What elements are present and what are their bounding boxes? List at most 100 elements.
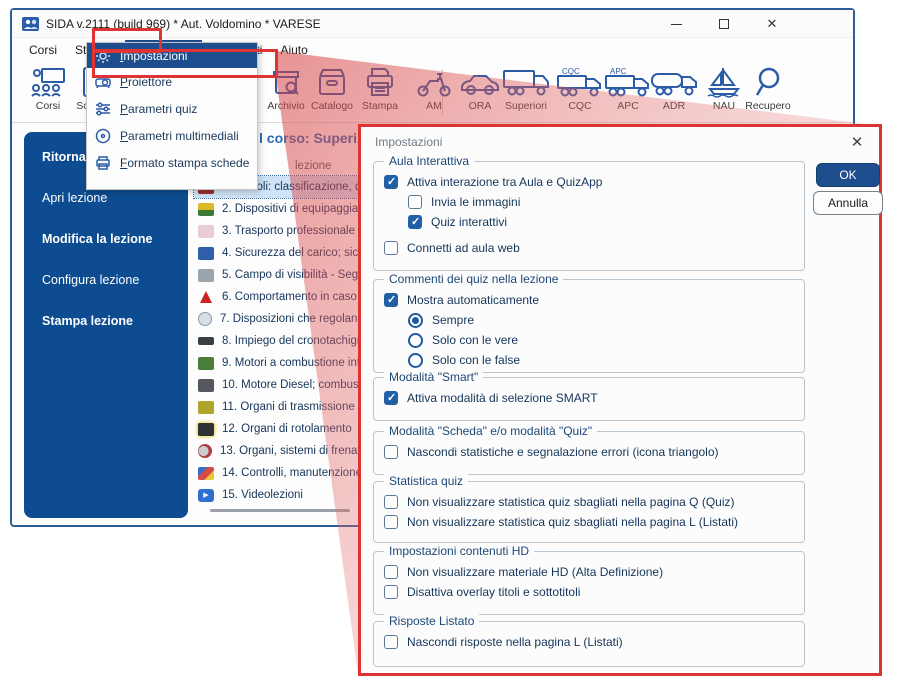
group-aula-interattiva: Aula Interattiva Attiva interazione tra … <box>373 161 805 271</box>
group-contenuti-hd: Impostazioni contenuti HD Non visualizza… <box>373 551 805 615</box>
option-row: Disattiva overlay titoli e sottotitoli <box>384 582 804 602</box>
dialog-title: Impostazioni <box>375 135 442 149</box>
checkbox[interactable] <box>384 565 398 579</box>
option-row: Non visualizzare materiale HD (Alta Defi… <box>384 562 804 582</box>
radio-button[interactable] <box>408 333 423 348</box>
truck-icon <box>500 66 552 98</box>
option-row: Attiva interazione tra Aula e QuizApp <box>384 172 804 192</box>
toolbar-corsi[interactable]: Corsi <box>24 66 72 120</box>
magnifier-icon <box>746 66 790 98</box>
archive-search-icon <box>266 66 306 98</box>
option-row: Quiz interattivi <box>408 212 804 232</box>
group-statistica-quiz: Statistica quiz Non visualizzare statist… <box>373 481 805 543</box>
lesson-row[interactable]: 9. Motori a combustione int <box>194 352 364 374</box>
toolbar-ora[interactable]: ORA <box>456 66 504 120</box>
lesson-row[interactable]: 14. Controlli, manutenzione <box>194 462 364 484</box>
lesson-row[interactable]: 5. Campo di visibilità - Segn <box>194 264 364 286</box>
checkbox[interactable] <box>384 175 398 189</box>
app-logo-icon <box>22 17 39 31</box>
close-icon: ✕ <box>767 16 778 32</box>
checkbox[interactable] <box>384 585 398 599</box>
toolbar-adr[interactable]: ADR <box>650 66 698 120</box>
toolbar-nau[interactable]: NAU <box>700 66 748 120</box>
dropdown-item-proiettore[interactable]: Proiettore <box>87 68 257 95</box>
checkbox[interactable] <box>384 293 398 307</box>
toolbar-archivio[interactable]: Archivio <box>262 66 310 120</box>
lesson-row[interactable]: 3. Trasporto professionale e <box>194 220 364 242</box>
maximize-button[interactable] <box>713 14 735 34</box>
lesson-row[interactable]: 13. Organi, sistemi di frenatu <box>194 440 364 462</box>
classroom-icon <box>28 66 68 98</box>
warning-triangle-icon <box>198 291 214 304</box>
lesson-row[interactable]: 8. Impiego del cronotachigra <box>194 330 364 352</box>
video-play-icon: ▶ <box>198 489 214 502</box>
toolbar-apc[interactable]: APC APC <box>604 66 652 120</box>
lesson-row[interactable]: 4. Sicurezza del carico; sicure <box>194 242 364 264</box>
lesson-row[interactable]: 6. Comportamento in caso d <box>194 286 364 308</box>
drawer-icon <box>312 66 352 98</box>
option-row: Solo con le false <box>408 350 804 370</box>
truck-cqc-icon: CQC <box>554 66 606 98</box>
dropdown-item-parametri-multimediali[interactable]: Parametri multimediali <box>87 122 257 149</box>
clock-icon <box>198 312 212 326</box>
printer-icon <box>95 155 111 171</box>
lesson-row[interactable]: 2. Dispositivi di equipaggiam <box>194 198 364 220</box>
window-title: SIDA v.2111 (build 969) * Aut. Voldomino… <box>46 17 321 31</box>
ok-button[interactable]: OK <box>816 163 880 187</box>
toolbar-cqc[interactable]: CQC CQC <box>556 66 604 120</box>
toolbar-stampa[interactable]: Stampa <box>356 66 404 120</box>
lesson-row[interactable]: ▶15. Videolezioni <box>194 484 364 506</box>
sidebar-item-configura-lezione[interactable]: Configura lezione <box>42 273 188 287</box>
toolbar-am[interactable]: AM <box>410 66 458 120</box>
checkbox[interactable] <box>384 515 398 529</box>
option-row: Non visualizzare statistica quiz sbaglia… <box>384 512 804 532</box>
svg-text:APC: APC <box>610 67 627 76</box>
svg-text:CQC: CQC <box>562 67 580 76</box>
checkbox[interactable] <box>384 445 398 459</box>
option-row: Connetti ad aula web <box>384 238 804 258</box>
toolbar-recupero[interactable]: Recupero <box>744 66 792 120</box>
toolbar-superiori[interactable]: Superiori <box>502 66 550 120</box>
checkbox[interactable] <box>384 635 398 649</box>
radio-button[interactable] <box>408 353 423 368</box>
checkbox[interactable] <box>384 241 398 255</box>
checkbox[interactable] <box>408 195 422 209</box>
sidebar-item-stampa-lezione[interactable]: Stampa lezione <box>42 314 188 328</box>
lesson-row[interactable]: 10. Motore Diesel; combusti <box>194 374 364 396</box>
lesson-row[interactable]: 7. Disposizioni che regolano <box>194 308 364 330</box>
gear-icon <box>95 48 111 64</box>
lesson-icon <box>198 467 214 480</box>
checkbox[interactable] <box>408 215 422 229</box>
option-row: Nascondi risposte nella pagina L (Listat… <box>384 632 804 652</box>
dropdown-item-impostazioni[interactable]: Impostazioni <box>87 43 257 68</box>
dropdown-item-parametri-quiz[interactable]: Parametri quiz <box>87 95 257 122</box>
dialog-close-button[interactable]: ✕ <box>847 132 867 152</box>
lesson-row[interactable]: 11. Organi di trasmissione - <box>194 396 364 418</box>
minimize-button[interactable] <box>665 14 687 34</box>
truck-apc-icon: APC <box>602 66 654 98</box>
sidebar-item-modifica-lezione[interactable]: Modifica la lezione <box>42 232 188 246</box>
option-row: Mostra automaticamente <box>384 290 804 310</box>
sidebar-item-apri-lezione[interactable]: Apri lezione <box>42 191 188 205</box>
menu-corsi[interactable]: Corsi <box>20 40 66 60</box>
maximize-icon <box>719 19 729 29</box>
lesson-column-header: lezione <box>295 160 331 172</box>
dropdown-item-formato-stampa[interactable]: Formato stampa schede <box>87 149 257 176</box>
close-button[interactable]: ✕ <box>761 14 783 34</box>
impostazioni-dialog: Impostazioni ✕ OK Annulla Aula Interatti… <box>358 124 882 676</box>
option-row: Sempre <box>408 310 804 330</box>
cancel-button[interactable]: Annulla <box>813 191 883 215</box>
tanker-icon <box>648 66 700 98</box>
checkbox[interactable] <box>384 391 398 405</box>
menu-aiuto[interactable]: Aiuto <box>271 40 316 60</box>
print-icon <box>360 66 400 98</box>
group-commenti-quiz: Commenti dei quiz nella lezione Mostra a… <box>373 279 805 373</box>
toolbar-catalogo[interactable]: Catalogo <box>308 66 356 120</box>
radio-button[interactable] <box>408 313 423 328</box>
checkbox[interactable] <box>384 495 398 509</box>
group-risposte-listato: Risposte Listato Nascondi risposte nella… <box>373 621 805 667</box>
horizontal-scrollbar[interactable] <box>210 509 350 512</box>
lesson-row[interactable]: 12. Organi di rotolamento <box>194 418 364 440</box>
option-row: Solo con le vere <box>408 330 804 350</box>
lesson-icon <box>198 337 214 345</box>
